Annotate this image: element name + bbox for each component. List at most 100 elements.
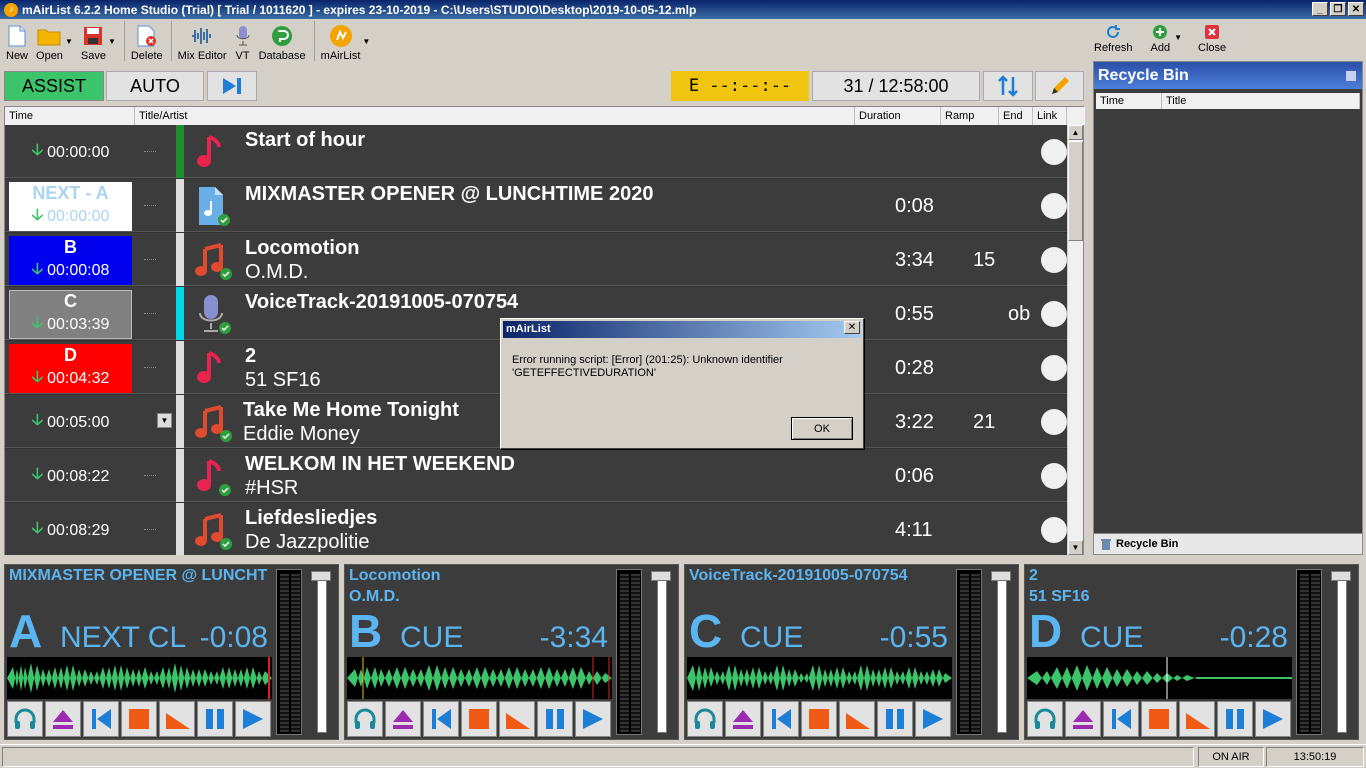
music-note-icon [191, 131, 233, 173]
add-button[interactable]: Add [1151, 19, 1170, 59]
close-panel-button[interactable]: Close [1198, 19, 1226, 59]
player-volume-fader[interactable] [648, 571, 674, 735]
col-duration[interactable]: Duration [855, 107, 941, 125]
mairlist-dropdown-arrow[interactable]: ▼ [362, 37, 370, 46]
play-button[interactable] [235, 701, 271, 737]
col-title-artist[interactable]: Title/Artist [135, 107, 855, 125]
window-title: mAirList 6.2.2 Home Studio (Trial) [ Tri… [22, 2, 697, 17]
panel-menu-icon[interactable] [1346, 71, 1356, 81]
link-toggle[interactable] [1041, 301, 1067, 327]
edit-button[interactable] [1035, 71, 1084, 101]
maximize-button[interactable]: ❐ [1330, 2, 1346, 16]
player-volume-fader[interactable] [1328, 571, 1354, 735]
play-button[interactable] [575, 701, 611, 737]
eject-button[interactable] [1065, 701, 1101, 737]
fade-out-button[interactable] [839, 701, 875, 737]
open-button[interactable]: Open [36, 19, 63, 62]
col-ramp[interactable]: Ramp [941, 107, 999, 125]
stop-button[interactable] [1141, 701, 1177, 737]
stop-button[interactable] [121, 701, 157, 737]
save-dropdown-arrow[interactable]: ▼ [108, 37, 116, 46]
minimize-button[interactable]: _ [1312, 2, 1328, 16]
link-toggle[interactable] [1041, 247, 1067, 273]
recycle-bin-tab[interactable]: Recycle Bin [1093, 533, 1363, 555]
stop-button[interactable] [801, 701, 837, 737]
cue-start-button[interactable] [1103, 701, 1139, 737]
open-dropdown-arrow[interactable]: ▼ [65, 37, 73, 46]
mix-editor-button[interactable]: Mix Editor [178, 19, 227, 62]
player-volume-fader[interactable] [988, 571, 1014, 735]
pause-button[interactable] [1217, 701, 1253, 737]
fade-out-button[interactable] [1179, 701, 1215, 737]
close-window-button[interactable]: ✕ [1348, 2, 1364, 16]
pause-button[interactable] [197, 701, 233, 737]
fade-out-button[interactable] [499, 701, 535, 737]
scroll-up-button[interactable]: ▲ [1068, 125, 1083, 140]
playlist-row[interactable]: B 🡣 00:00:08 Locomotion O.M.D. 3:34 15 [5, 233, 1069, 286]
recycle-bin-columns: Time Title [1096, 93, 1360, 109]
play-button[interactable] [915, 701, 951, 737]
cue-start-button[interactable] [763, 701, 799, 737]
dialog-close-button[interactable]: ✕ [844, 321, 860, 334]
scroll-thumb[interactable] [1068, 141, 1083, 241]
mairlist-logo-icon [329, 23, 353, 49]
sort-button[interactable] [983, 71, 1033, 101]
playlist-scrollbar[interactable]: ▲ ▼ [1067, 125, 1083, 555]
stop-button[interactable] [461, 701, 497, 737]
refresh-button[interactable]: Refresh [1094, 19, 1133, 59]
pfl-headphones-button[interactable] [1027, 701, 1063, 737]
pfl-headphones-button[interactable] [7, 701, 43, 737]
player-volume-fader[interactable] [308, 571, 334, 735]
play-button[interactable] [1255, 701, 1291, 737]
link-toggle[interactable] [1041, 355, 1067, 381]
eject-button[interactable] [45, 701, 81, 737]
player-b: Locomotion O.M.D. B CUE -3:34 [344, 564, 679, 740]
playlist-row[interactable]: 🡣 00:08:22 WELKOM IN HET WEEKEND #HSR 0:0… [5, 449, 1069, 502]
auto-button[interactable]: AUTO [106, 71, 204, 101]
link-toggle[interactable] [1041, 517, 1067, 543]
player-state: NEXT CL [60, 621, 187, 654]
down-arrow-icon: 🡣 [31, 206, 44, 224]
playlist-row[interactable]: NEXT - A 🡣 00:00:00 MIXMASTER OPENER @ LUN… [5, 179, 1069, 232]
pause-button[interactable] [537, 701, 573, 737]
mairlist-app-icon: ♪ [4, 2, 18, 17]
col-end[interactable]: End [999, 107, 1033, 125]
pause-button[interactable] [877, 701, 913, 737]
link-toggle[interactable] [1041, 139, 1067, 165]
eject-button[interactable] [725, 701, 761, 737]
player-waveform[interactable] [1027, 657, 1292, 699]
col-link[interactable]: Link [1033, 107, 1067, 125]
cue-start-button[interactable] [83, 701, 119, 737]
pfl-headphones-button[interactable] [687, 701, 723, 737]
fade-out-button[interactable] [159, 701, 195, 737]
new-button[interactable]: New [6, 19, 28, 62]
color-bar [176, 125, 184, 178]
dialog-ok-button[interactable]: OK [791, 417, 853, 440]
playlist-row[interactable]: 🡣 00:08:29 Liefdesliedjes De Jazzpolitie … [5, 503, 1069, 555]
vt-button[interactable]: VT [235, 19, 251, 62]
add-dropdown-arrow[interactable]: ▼ [1174, 33, 1182, 59]
rb-col-title[interactable]: Title [1162, 93, 1360, 109]
eject-button[interactable] [385, 701, 421, 737]
expand-collapse-toggle[interactable]: ▼ [157, 413, 172, 428]
assist-button[interactable]: ASSIST [4, 71, 104, 101]
col-time[interactable]: Time [5, 107, 135, 125]
delete-button[interactable]: Delete [131, 19, 163, 62]
cue-start-button[interactable] [423, 701, 459, 737]
dialog-message: Error running script: [Error] (201:25): … [512, 354, 783, 379]
link-toggle[interactable] [1041, 409, 1067, 435]
rb-col-time[interactable]: Time [1096, 93, 1162, 109]
on-air-indicator[interactable]: ON AIR [1198, 747, 1264, 767]
database-button[interactable]: Database [259, 19, 306, 62]
scroll-down-button[interactable]: ▼ [1068, 540, 1083, 555]
player-waveform[interactable] [687, 657, 952, 699]
playlist-row[interactable]: 🡣 00:00:00 Start of hour [5, 125, 1069, 178]
mairlist-button[interactable]: mAirList [321, 19, 360, 62]
link-toggle[interactable] [1041, 193, 1067, 219]
pfl-headphones-button[interactable] [347, 701, 383, 737]
skip-next-button[interactable] [207, 71, 257, 101]
link-toggle[interactable] [1041, 463, 1067, 489]
save-button[interactable]: Save [81, 19, 106, 62]
player-waveform[interactable] [7, 657, 272, 699]
player-waveform[interactable] [347, 657, 612, 699]
